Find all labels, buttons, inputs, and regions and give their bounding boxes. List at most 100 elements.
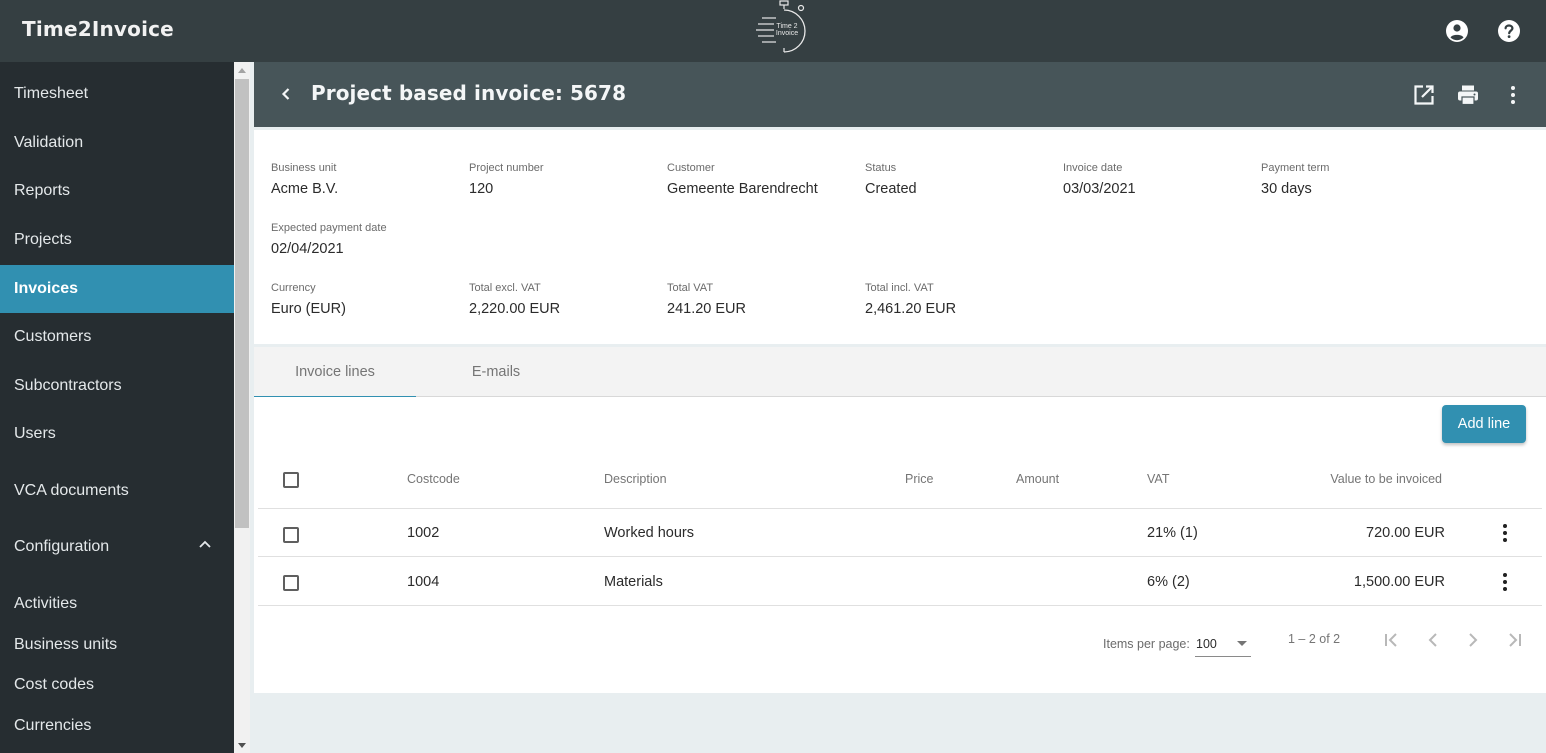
sidebar-item-invoices[interactable]: Invoices	[0, 265, 234, 313]
invoice-lines-panel: Add line Costcode Description Price Amou…	[254, 397, 1546, 693]
tab-e-mails[interactable]: E-mails	[416, 347, 576, 397]
cell-description: Materials	[604, 574, 663, 590]
logo-text-line2: Invoice	[776, 30, 798, 37]
field-value: 241.20 EUR	[667, 301, 746, 317]
sidebar-subitem-label: Cost codes	[14, 676, 95, 693]
sidebar-item-label: Configuration	[14, 538, 110, 555]
row-divider	[258, 508, 1542, 509]
row-more-vert-icon[interactable]	[1493, 570, 1517, 594]
dropdown-arrow-icon	[1237, 641, 1247, 646]
sidebar-item-reports[interactable]: Reports	[0, 167, 234, 215]
scroll-down-arrow-icon[interactable]	[234, 737, 250, 753]
previous-page-icon[interactable]	[1422, 629, 1444, 651]
sidebar-item-customers[interactable]: Customers	[0, 313, 234, 361]
sidebar-item-label: Subcontractors	[14, 377, 122, 394]
field-label: Currency	[271, 282, 316, 294]
sidebar-item-users[interactable]: Users	[0, 410, 234, 458]
next-page-icon[interactable]	[1462, 629, 1484, 651]
sidebar-item-subcontractors[interactable]: Subcontractors	[0, 362, 234, 410]
back-arrow-icon[interactable]	[276, 84, 296, 104]
column-header-price[interactable]: Price	[905, 472, 933, 486]
items-per-page-label: Items per page:	[1103, 637, 1190, 651]
sidebar-item-label: Users	[14, 425, 56, 442]
field-label: Expected payment date	[271, 222, 387, 234]
print-icon[interactable]	[1456, 83, 1480, 107]
sidebar-subitem-activities[interactable]: Activities	[0, 586, 234, 622]
field-status: Status Created	[865, 162, 917, 197]
row-checkbox[interactable]	[283, 575, 299, 591]
row-divider	[258, 556, 1542, 557]
page-header: Project based invoice: 5678	[254, 62, 1546, 127]
column-header-value-to-be-invoiced[interactable]: Value to be invoiced	[1294, 472, 1442, 486]
account-circle-icon[interactable]	[1445, 19, 1469, 43]
column-header-vat[interactable]: VAT	[1147, 472, 1169, 486]
column-header-amount[interactable]: Amount	[1016, 472, 1059, 486]
sidebar-subitem-cost-codes[interactable]: Cost codes	[0, 667, 234, 703]
row-divider	[258, 605, 1542, 606]
page-title: Project based invoice: 5678	[311, 81, 627, 105]
cell-vat: 6% (2)	[1147, 574, 1190, 590]
cell-costcode: 1002	[407, 525, 440, 541]
logo-text-line1: Time 2	[776, 23, 797, 30]
cell-description: Worked hours	[604, 525, 694, 541]
add-line-button[interactable]: Add line	[1442, 405, 1526, 443]
cell-value: 1,500.00 EUR	[1353, 574, 1445, 590]
field-label: Total incl. VAT	[865, 282, 934, 294]
sidebar-scrollbar[interactable]	[234, 62, 250, 753]
first-page-icon[interactable]	[1381, 629, 1403, 651]
sidebar-subitem-business-units[interactable]: Business units	[0, 627, 234, 663]
top-app-bar: Time2Invoice Time 2 Invoice	[0, 0, 1546, 62]
field-value: Gemeente Barendrecht	[667, 181, 818, 197]
last-page-icon[interactable]	[1503, 629, 1525, 651]
cell-costcode: 1004	[407, 574, 440, 590]
help-icon[interactable]	[1497, 19, 1521, 43]
row-checkbox[interactable]	[283, 527, 299, 543]
select-all-checkbox[interactable]	[283, 472, 299, 488]
sidebar-item-vca-documents[interactable]: VCA documents	[0, 467, 234, 515]
field-invoice-date: Invoice date 03/03/2021	[1063, 162, 1136, 197]
sidebar-subitem-label: Business units	[14, 636, 118, 653]
open-in-new-icon[interactable]	[1412, 83, 1436, 107]
field-value: 02/04/2021	[271, 241, 344, 257]
field-label: Total excl. VAT	[469, 282, 541, 294]
field-label: Invoice date	[1063, 162, 1123, 174]
sidebar-item-label: VCA documents	[14, 482, 129, 499]
field-value: Euro (EUR)	[271, 301, 346, 317]
sidebar-item-timesheet[interactable]: Timesheet	[0, 70, 234, 118]
field-label: Project number	[469, 162, 544, 174]
field-value: 2,461.20 EUR	[865, 301, 957, 317]
field-total-excl-vat: Total excl. VAT 2,220.00 EUR	[469, 282, 560, 317]
sidebar-item-configuration[interactable]: Configuration	[0, 523, 234, 571]
field-value: 2,220.00 EUR	[469, 301, 561, 317]
field-value: Created	[865, 181, 917, 197]
sidebar-item-label: Reports	[14, 182, 71, 199]
sidebar-item-label: Timesheet	[14, 85, 89, 102]
tab-invoice-lines[interactable]: Invoice lines	[254, 347, 416, 398]
items-per-page-value: 100	[1196, 637, 1217, 651]
field-label: Customer	[667, 162, 715, 174]
sidebar-item-label: Projects	[14, 231, 72, 248]
scroll-up-arrow-icon[interactable]	[234, 62, 250, 78]
sidebar-item-projects[interactable]: Projects	[0, 216, 234, 264]
cell-vat: 21% (1)	[1147, 525, 1198, 541]
field-label: Business unit	[271, 162, 337, 174]
chevron-up-icon	[199, 540, 211, 548]
row-more-vert-icon[interactable]	[1493, 521, 1517, 545]
field-value: 03/03/2021	[1063, 181, 1136, 197]
column-header-costcode[interactable]: Costcode	[407, 472, 460, 486]
items-per-page-select[interactable]: 100	[1195, 627, 1251, 657]
field-expected-payment-date: Expected payment date 02/04/2021	[271, 222, 387, 257]
sidebar-item-label: Customers	[14, 328, 92, 345]
field-value: 30 days	[1261, 181, 1312, 197]
field-value: 120	[469, 181, 494, 197]
more-vert-icon[interactable]	[1501, 83, 1525, 107]
page-range-label: 1 – 2 of 2	[1288, 632, 1341, 646]
sidebar-subitem-label: Activities	[14, 595, 78, 612]
scrollbar-thumb[interactable]	[235, 79, 249, 528]
sidebar-subitem-label: Currencies	[14, 717, 92, 734]
field-label: Status	[865, 162, 897, 174]
sidebar-subitem-currencies[interactable]: Currencies	[0, 708, 234, 744]
column-header-description[interactable]: Description	[604, 472, 667, 486]
sidebar-item-validation[interactable]: Validation	[0, 119, 234, 167]
stopwatch-logo-icon: Time 2 Invoice	[756, 0, 806, 53]
